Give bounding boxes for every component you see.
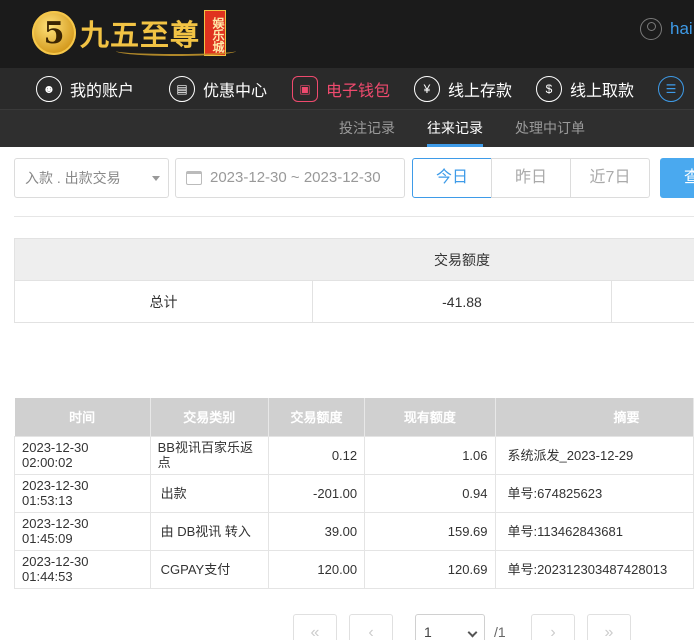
date-range-input[interactable]: 2023-12-30 ~ 2023-12-30 [175,158,405,198]
brand-logo[interactable]: 5 九五至尊 娱乐城 [32,6,236,60]
username: hai [670,19,693,38]
user-icon: ☻ [36,76,62,102]
divider [14,216,694,217]
wallet-icon: ▣ [292,76,318,102]
header: 5 九五至尊 娱乐城 hai [0,0,694,68]
gift-icon: ▤ [169,76,195,102]
last-page-button[interactable]: » [587,614,631,640]
double-chevron-right-icon: » [604,624,614,640]
chevron-left-icon: ‹ [368,624,374,640]
cell-summary: 单号:202312303487428013 [494,549,694,589]
col-time[interactable]: 时间 [14,398,151,436]
summary-total-label: 总计 [14,280,313,323]
cell-summary: 系统派发_2023-12-29 [494,435,694,475]
page: 5 九五至尊 娱乐城 hai ☻ 我的账户 ▤ 优惠中心 ▣ 电子钱包 ¥ 线上… [0,0,694,640]
col-summary[interactable]: 摘要 [495,398,694,436]
summary-header-amount: 交易额度 [312,238,612,281]
logo-swirl [116,46,236,56]
records-table: 时间 交易类别 交易额度 现有额度 摘要 2023-12-30 02:00:02… [14,398,694,589]
double-chevron-left-icon: « [310,624,320,640]
col-amount[interactable]: 交易额度 [268,398,366,436]
cell-balance: 1.06 [364,435,496,475]
col-balance[interactable]: 现有额度 [364,398,496,436]
date-range-value: 2023-12-30 ~ 2023-12-30 [210,169,381,186]
deposit-icon: ¥ [414,76,440,102]
first-page-button[interactable]: « [293,614,337,640]
chevron-right-icon: › [550,624,556,640]
logo-badge: 5 [32,11,76,55]
table-row[interactable]: 2023-12-30 01:45:09 由 DB视讯 转入 39.00 159.… [14,511,694,551]
chevron-down-icon [467,627,478,638]
tab-transaction-records[interactable]: 往来记录 [427,110,483,147]
cell-type: 由 DB视讯 转入 [149,511,269,551]
summary-total-row: 总计 -41.88 [14,280,694,323]
main-nav: ☻ 我的账户 ▤ 优惠中心 ▣ 电子钱包 ¥ 线上存款 $ 线上取款 ☰ [0,68,694,110]
summary-table: 交易额度 总计 -41.88 [14,238,694,323]
nav-label: 电子钱包 [326,83,391,100]
nav-my-account[interactable]: ☻ 我的账户 [36,68,134,110]
select-value: 入款 . 出款交易 [25,170,121,186]
page-select[interactable]: 1 [415,614,485,640]
nav-more[interactable]: ☰ [658,68,692,110]
cell-summary: 单号:113462843681 [494,511,694,551]
summary-header-blank [14,238,313,281]
nav-withdraw[interactable]: $ 线上取款 [536,68,634,110]
cell-balance: 159.69 [364,511,496,551]
cell-amount: 0.12 [267,435,366,475]
cell-type: BB视讯百家乐返点 [149,435,269,475]
table-row[interactable]: 2023-12-30 02:00:02 BB视讯百家乐返点 0.12 1.06 … [14,435,694,475]
col-type[interactable]: 交易类别 [150,398,269,436]
cell-time: 2023-12-30 01:44:53 [14,549,151,589]
cell-amount: 120.00 [267,549,366,589]
page-select-value: 1 [424,624,432,640]
tab-bet-records[interactable]: 投注记录 [339,110,395,147]
summary-header-row: 交易额度 [14,238,694,281]
period-yesterday-button[interactable]: 昨日 [491,158,571,198]
next-page-button[interactable]: › [531,614,575,640]
cell-type: 出款 [149,473,269,513]
cell-balance: 0.94 [364,473,496,513]
transaction-type-select[interactable]: 入款 . 出款交易 [14,158,169,198]
summary-header-blank [611,238,694,281]
caret-down-icon [152,176,160,181]
summary-total-value: -41.88 [312,280,612,323]
page-total: /1 [494,624,506,640]
table-row[interactable]: 2023-12-30 01:44:53 CGPAY支付 120.00 120.6… [14,549,694,589]
nav-label: 优惠中心 [203,83,268,100]
cell-balance: 120.69 [364,549,496,589]
nav-label: 线上取款 [570,83,635,100]
nav-wallet[interactable]: ▣ 电子钱包 [292,68,390,110]
user-icon [640,18,662,40]
sub-nav: 投注记录 往来记录 处理中订单 [0,110,694,147]
records-header-row: 时间 交易类别 交易额度 现有额度 摘要 [14,398,694,436]
period-today-button[interactable]: 今日 [412,158,492,198]
cell-time: 2023-12-30 01:53:13 [14,473,151,513]
prev-page-button[interactable]: ‹ [349,614,393,640]
cell-amount: 39.00 [267,511,366,551]
table-row[interactable]: 2023-12-30 01:53:13 出款 -201.00 0.94 单号:6… [14,473,694,513]
calendar-icon [186,171,202,185]
summary-total-extra [611,280,694,323]
tab-pending-orders[interactable]: 处理中订单 [515,110,585,147]
records-icon: ☰ [658,76,684,102]
cell-amount: -201.00 [267,473,366,513]
nav-label: 线上存款 [448,83,513,100]
user-menu[interactable]: hai [640,18,693,40]
search-button[interactable]: 查 [660,158,694,198]
nav-deposit[interactable]: ¥ 线上存款 [414,68,512,110]
period-7days-button[interactable]: 近7日 [570,158,650,198]
nav-label: 我的账户 [70,83,135,100]
cell-summary: 单号:674825623 [494,473,694,513]
cell-type: CGPAY支付 [149,549,269,589]
cell-time: 2023-12-30 02:00:02 [14,435,151,475]
cell-time: 2023-12-30 01:45:09 [14,511,151,551]
nav-promotions[interactable]: ▤ 优惠中心 [169,68,267,110]
withdraw-icon: $ [536,76,562,102]
